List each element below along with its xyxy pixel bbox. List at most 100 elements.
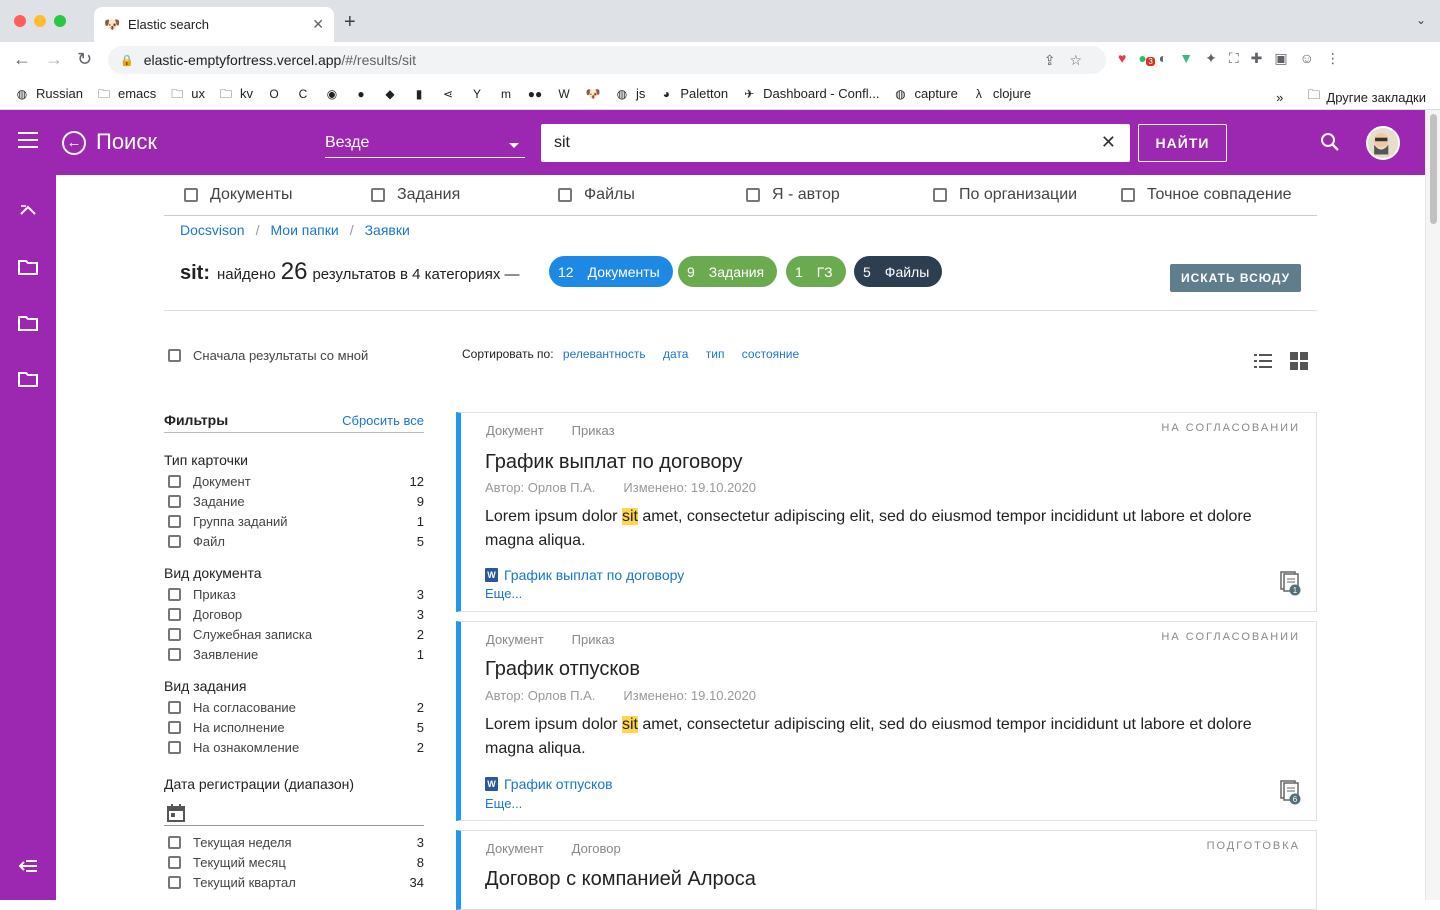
attachments-icon[interactable]: 1 (1278, 570, 1302, 596)
forward-arrow-icon[interactable]: → (45, 49, 63, 70)
share-icon[interactable]: ⇪ (1044, 52, 1070, 68)
category-chip-documents[interactable]: 12 Документы (549, 256, 673, 287)
filter-option[interactable]: Заявление 1 (164, 644, 424, 664)
filter-option[interactable]: Текущий месяц 8 (164, 852, 424, 872)
result-card[interactable]: Документ Приказ НА СОГЛАСОВАНИИ График вы… (456, 412, 1317, 612)
bookmark-item[interactable]: 🐶 (585, 86, 601, 102)
profile-avatar-icon[interactable]: ☺ (1300, 50, 1314, 67)
result-title[interactable]: График выплат по договору (485, 451, 743, 474)
new-tab-button[interactable]: + (344, 11, 356, 34)
bookmark-item[interactable]: 🗀 kv (218, 86, 253, 102)
type-filter-organization[interactable]: По организации (933, 186, 1077, 204)
window-close-button[interactable] (14, 15, 26, 27)
type-filter-tasks[interactable]: Задания (371, 186, 460, 204)
filter-option[interactable]: Текущая неделя 3 (164, 832, 424, 852)
breadcrumb-item[interactable]: Заявки (365, 222, 410, 238)
result-card[interactable]: Документ Договор ПОДГОТОВКА Договор с ком… (456, 830, 1317, 910)
react-extension-icon[interactable]: ✦ (1205, 50, 1217, 67)
bookmark-item[interactable]: 🗀 ux (169, 86, 205, 102)
filter-option[interactable]: На исполнение 5 (164, 717, 424, 737)
bookmark-item[interactable]: C (295, 86, 311, 102)
vue-extension-icon[interactable]: ▼ (1179, 50, 1193, 67)
bookmark-item[interactable]: ▮ (411, 86, 427, 102)
attached-file-link[interactable]: W График отпусков (485, 776, 613, 792)
checkbox[interactable] (933, 188, 947, 202)
checkbox[interactable] (168, 349, 181, 362)
bookmark-item[interactable]: ◆ (382, 86, 398, 102)
filter-option[interactable]: На согласование 2 (164, 697, 424, 717)
sort-type-link[interactable]: тип (706, 347, 725, 361)
checkbox[interactable] (168, 494, 181, 508)
grid-view-icon[interactable] (1289, 352, 1309, 370)
folder-icon[interactable] (18, 315, 38, 331)
bookmark-item[interactable]: ◕ Paletton (658, 86, 728, 102)
bookmark-item[interactable]: Y (469, 86, 485, 102)
pocket-extension-icon[interactable]: ♥ (1118, 50, 1126, 67)
checkbox[interactable] (168, 514, 181, 528)
bookmark-item[interactable]: ◍ Russian (14, 86, 83, 102)
type-filter-exact-match[interactable]: Точное совпадение (1121, 186, 1292, 204)
list-view-icon[interactable] (1253, 352, 1273, 370)
checkbox[interactable] (168, 474, 181, 488)
reload-icon[interactable]: ↻ (77, 49, 92, 70)
bookmark-item[interactable]: ● (353, 86, 369, 102)
attachments-icon[interactable]: 6 (1278, 779, 1302, 805)
checkbox[interactable] (168, 587, 181, 601)
reset-filters-link[interactable]: Сбросить все (342, 413, 424, 428)
checkbox[interactable] (746, 188, 760, 202)
filter-option[interactable]: На ознакомление 2 (164, 737, 424, 757)
bookmark-item[interactable]: m (498, 86, 514, 102)
bookmark-item[interactable]: ◉ (324, 86, 340, 102)
bookmark-item[interactable]: W (556, 86, 572, 102)
checkbox[interactable] (168, 647, 181, 661)
extensions-puzzle-icon[interactable]: ✚ (1251, 50, 1263, 67)
filter-option[interactable]: Задание 9 (164, 491, 424, 511)
filter-option[interactable]: Группа заданий 1 (164, 511, 424, 531)
category-chip-tasks[interactable]: 9 Задания (678, 256, 778, 287)
breadcrumb-item[interactable]: Docsvison (180, 222, 245, 238)
bookmark-item[interactable]: λ clojure (971, 86, 1031, 102)
attached-file-link[interactable]: W График выплат по договору (485, 567, 684, 583)
clear-search-icon[interactable]: ✕ (1101, 132, 1116, 153)
result-card[interactable]: Документ Приказ НА СОГЛАСОВАНИИ График от… (456, 621, 1317, 821)
filter-option[interactable]: Текущий квартал 34 (164, 872, 424, 892)
checkbox[interactable] (168, 875, 181, 889)
search-icon[interactable] (1320, 132, 1340, 152)
me-first-toggle[interactable]: Сначала результаты со мной (168, 348, 368, 363)
address-bar[interactable]: 🔒 elastic-emptyfortress.vercel.app/#/res… (108, 46, 1106, 74)
filter-option[interactable]: Договор 3 (164, 604, 424, 624)
bookmark-item[interactable]: 🗀 emacs (96, 86, 156, 102)
checkbox[interactable] (184, 188, 198, 202)
more-bookmarks-chevron-icon[interactable]: » (1276, 90, 1283, 105)
calendar-icon[interactable] (166, 803, 186, 823)
type-filter-documents[interactable]: Документы (184, 186, 292, 204)
category-chip-gz[interactable]: 1 ГЗ (786, 256, 846, 287)
scrollbar-thumb[interactable] (1430, 114, 1437, 224)
sort-relevance-link[interactable]: релевантность (563, 347, 646, 361)
bookmark-item[interactable]: ◍ js (614, 86, 646, 102)
sidebar-toggle-icon[interactable]: ▣ (1274, 50, 1287, 67)
bookmark-item[interactable]: O (266, 86, 282, 102)
checkbox[interactable] (168, 700, 181, 714)
hamburger-menu-icon[interactable] (18, 132, 38, 148)
checkbox[interactable] (371, 188, 385, 202)
window-minimize-button[interactable] (34, 15, 46, 27)
filter-option[interactable]: Служебная записка 2 (164, 624, 424, 644)
date-range-field[interactable] (164, 801, 424, 826)
checkbox[interactable] (168, 607, 181, 621)
back-circle-icon[interactable]: ← (62, 131, 86, 155)
checkbox[interactable] (168, 627, 181, 641)
collapse-menu-icon[interactable] (18, 858, 38, 874)
bookmark-star-icon[interactable]: ☆ (1069, 52, 1096, 68)
find-button[interactable]: НАЙТИ (1138, 124, 1227, 162)
browser-tab[interactable]: 🐶 Elastic search ✕ (94, 7, 334, 42)
sort-date-link[interactable]: дата (663, 347, 688, 361)
more-link[interactable]: Еще... (485, 586, 522, 601)
window-maximize-button[interactable] (54, 15, 66, 27)
checkbox[interactable] (168, 740, 181, 754)
type-filter-files[interactable]: Файлы (558, 186, 635, 204)
folder-icon[interactable] (18, 371, 38, 387)
breadcrumb-item[interactable]: Мои папки (270, 222, 338, 238)
sort-status-link[interactable]: состояние (742, 347, 799, 361)
checkbox[interactable] (168, 855, 181, 869)
